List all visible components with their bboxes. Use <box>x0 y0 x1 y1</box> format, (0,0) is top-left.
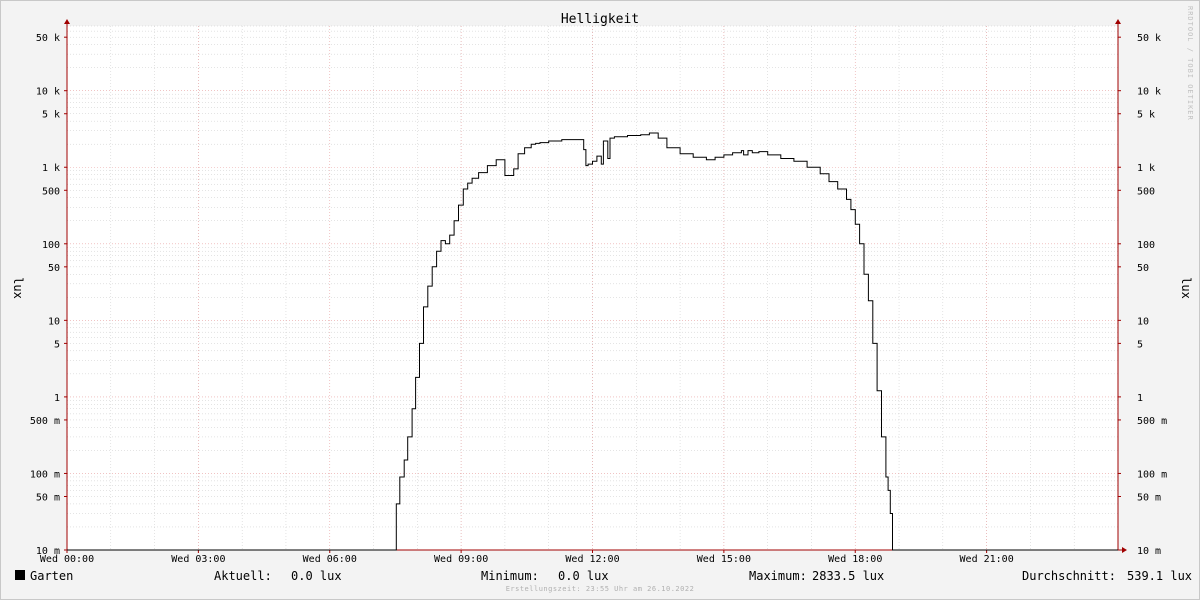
y-tick-label-right: 1 k <box>1137 163 1155 174</box>
y-tick-label-left: 100 m <box>30 469 60 480</box>
x-tick-label: Wed 15:00 <box>697 554 751 565</box>
y-tick-label-left: 100 <box>42 240 60 251</box>
y-tick-label-left: 500 m <box>30 416 60 427</box>
x-axis-arrow <box>1122 547 1127 553</box>
y-tick-label-right: 100 m <box>1137 469 1167 480</box>
y-tick-label-left: 10 <box>48 316 60 327</box>
y-tick-label-left: 5 k <box>42 110 60 121</box>
y-tick-label-right: 50 m <box>1137 492 1161 503</box>
x-tick-label: Wed 21:00 <box>960 554 1014 565</box>
y-tick-label-left: 5 <box>54 339 60 350</box>
legend-min-value: 0.0 lux <box>558 569 609 583</box>
y-tick-label-right: 5 k <box>1137 110 1155 121</box>
legend-swatch <box>15 570 25 580</box>
y-tick-label-right: 100 <box>1137 240 1155 251</box>
y-axis-label-left: lux <box>11 277 25 299</box>
legend-min-label: Minimum: <box>481 569 539 583</box>
legend-max-label: Maximum: <box>749 569 807 583</box>
x-tick-label: Wed 18:00 <box>828 554 882 565</box>
y-tick-label-left: 500 <box>42 186 60 197</box>
legend-max-value: 2833.5 lux <box>812 569 885 583</box>
legend-current-value: 0.0 lux <box>291 569 342 583</box>
y-tick-label-right: 500 m <box>1137 416 1167 427</box>
x-tick-label: Wed 09:00 <box>434 554 488 565</box>
legend-avg-value: 539.1 lux <box>1127 569 1193 583</box>
legend-series-name: Garten <box>30 569 74 583</box>
legend-current-label: Aktuell: <box>214 569 272 583</box>
y-tick-label-right: 50 k <box>1137 33 1161 44</box>
creation-time-footer: Erstellungszeit: 23:55 Uhr am 26.10.2022 <box>505 585 695 593</box>
y-tick-label-left: 1 <box>54 393 60 404</box>
chart-title: Helligkeit <box>561 12 639 27</box>
y-tick-label-right: 1 <box>1137 393 1143 404</box>
y-tick-label-left: 50 m <box>36 492 60 503</box>
y-tick-label-left: 10 k <box>36 87 60 98</box>
y-tick-label-left: 1 k <box>42 163 60 174</box>
y-tick-label-right: 500 <box>1137 186 1155 197</box>
x-tick-label: Wed 03:00 <box>171 554 225 565</box>
x-tick-label: Wed 00:00 <box>40 554 94 565</box>
y-tick-label-right: 5 <box>1137 339 1143 350</box>
y-axis-arrow-left <box>64 19 70 24</box>
y-tick-label-left: 50 <box>48 263 60 274</box>
watermark: RRDTOOL / TOBI OETIKER <box>1186 6 1194 121</box>
x-tick-label: Wed 06:00 <box>303 554 357 565</box>
brightness-chart: 50 k 50 k 10 k 10 k 5 k 5 k 1 k 1 k 500 500 100 100… <box>11 12 1193 565</box>
y-axis-arrow-right <box>1115 19 1121 24</box>
y-tick-label-right: 10 k <box>1137 87 1161 98</box>
y-tick-label-right: 10 <box>1137 316 1149 327</box>
y-tick-label-left: 50 k <box>36 33 60 44</box>
x-tick-label: Wed 12:00 <box>565 554 619 565</box>
y-tick-label-right: 50 <box>1137 263 1149 274</box>
y-tick-label-right: 10 m <box>1137 546 1161 557</box>
legend-avg-label: Durchschnitt: <box>1022 569 1116 583</box>
y-axis-label-right: lux <box>1179 277 1193 299</box>
